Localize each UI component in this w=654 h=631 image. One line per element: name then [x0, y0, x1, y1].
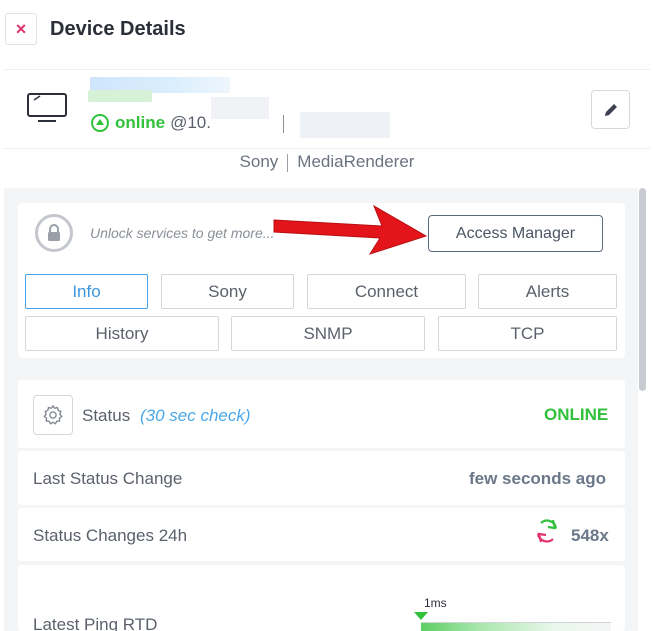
divider [287, 153, 289, 172]
status-changes-value: 548x [571, 526, 609, 545]
status-value: ONLINE [544, 405, 609, 424]
monitor-icon [27, 93, 67, 122]
last-status-change-value: few seconds ago [469, 469, 606, 488]
access-manager-button[interactable]: Access Manager [428, 215, 603, 252]
vendor-row: Sony MediaRenderer [0, 152, 654, 176]
tab-alerts[interactable]: Alerts [478, 274, 617, 309]
edit-button[interactable] [591, 90, 630, 129]
status-changes-label: Status Changes 24h [33, 526, 188, 545]
pencil-icon [605, 104, 617, 116]
status-settings-button[interactable] [33, 395, 73, 435]
close-icon: × [15, 19, 27, 39]
ping-axis [421, 622, 611, 623]
ping-marker-label: 1ms [424, 596, 447, 610]
lock-icon [48, 224, 60, 241]
status-label: Status [82, 406, 131, 425]
redacted-device-name-part [88, 90, 152, 102]
redacted-ip [211, 97, 269, 119]
tab-sony[interactable]: Sony [161, 274, 294, 309]
header-bar: × Device Details [0, 0, 654, 58]
ping-gradient-bar [421, 622, 611, 631]
device-summary: online @10. [4, 69, 650, 149]
tab-snmp[interactable]: SNMP [231, 316, 425, 351]
red-arrow-icon [273, 204, 428, 255]
tab-info[interactable]: Info [25, 274, 148, 309]
device-status: online [115, 113, 166, 132]
last-status-change-label: Last Status Change [33, 469, 183, 488]
unlock-hint: Unlock services to get more... [90, 225, 275, 241]
tab-history[interactable]: History [25, 316, 219, 351]
latest-ping-label: Latest Ping RTD [33, 615, 158, 631]
redacted-mac [300, 112, 390, 138]
device-model: MediaRenderer [297, 152, 415, 171]
gear-icon [43, 405, 63, 425]
status-up-icon [91, 114, 109, 132]
page-title: Device Details [50, 18, 186, 40]
divider [283, 115, 284, 133]
lock-badge [35, 214, 73, 252]
scrollbar[interactable] [639, 188, 646, 391]
vendor-name: Sony [239, 152, 279, 171]
status-changes-icon [536, 519, 558, 543]
status-check-interval: (30 sec check) [140, 406, 251, 425]
device-status-line: online @10. [91, 113, 211, 133]
tab-connect[interactable]: Connect [307, 274, 466, 309]
device-ip: @10. [170, 113, 211, 132]
ping-marker [414, 612, 428, 620]
close-button[interactable]: × [5, 13, 37, 45]
tab-tcp[interactable]: TCP [438, 316, 617, 351]
